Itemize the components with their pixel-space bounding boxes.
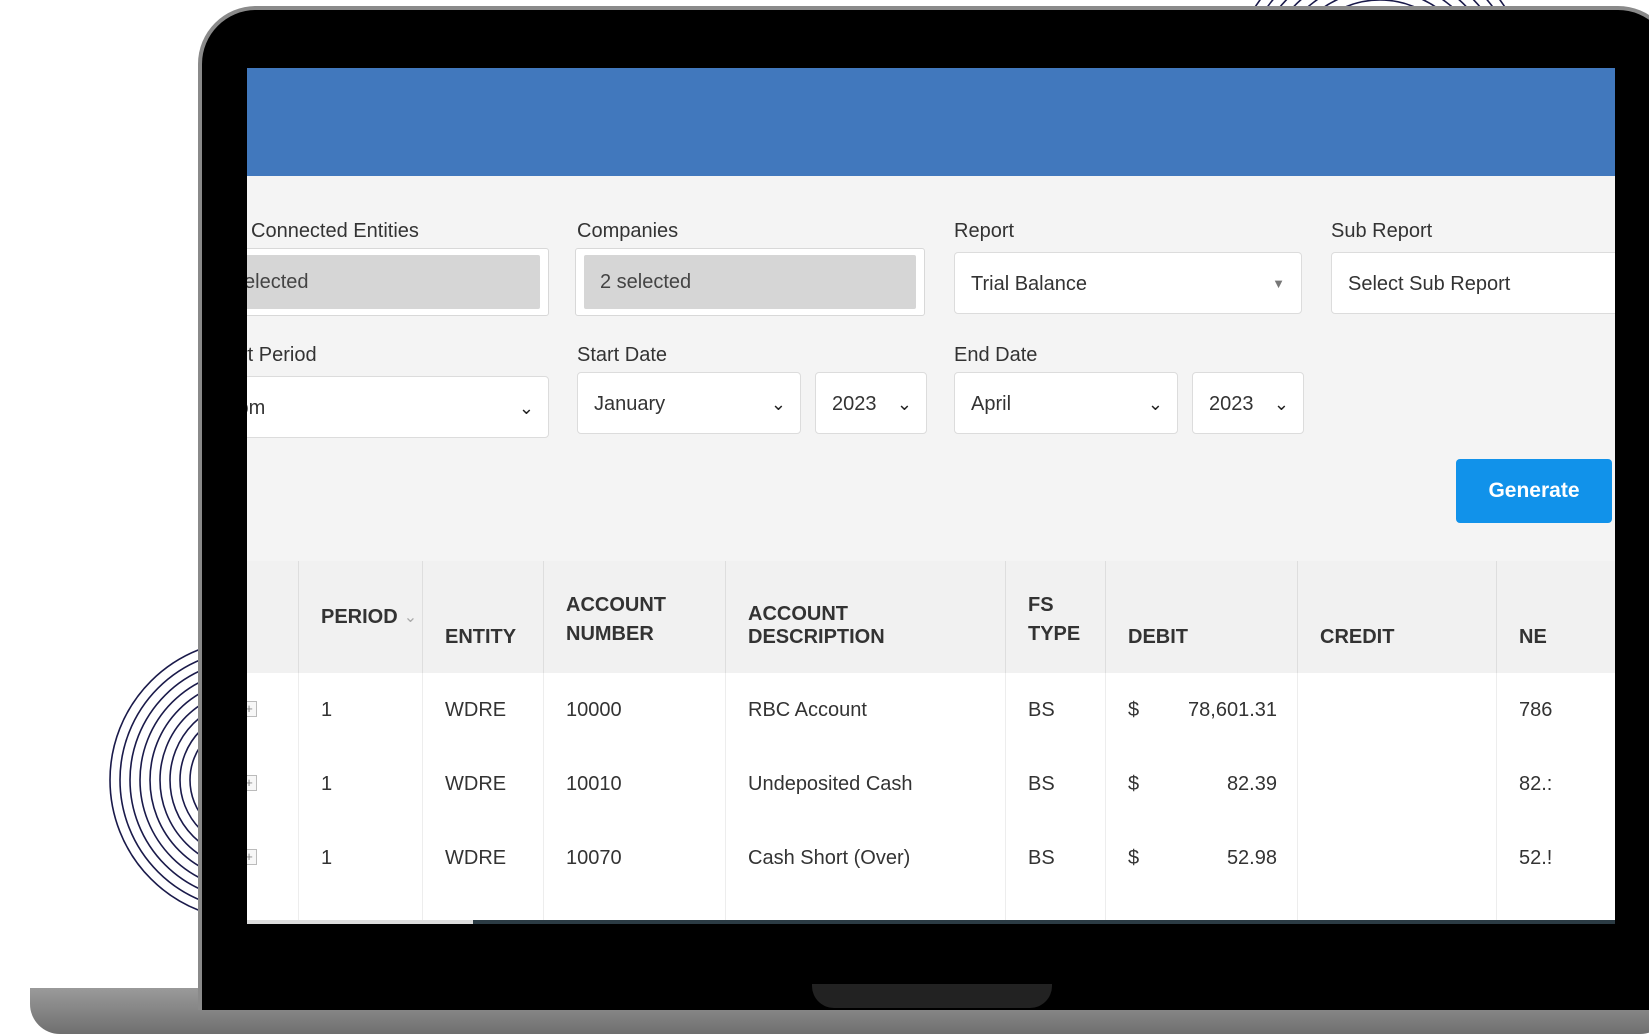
debit-cell: $82.39	[1106, 747, 1298, 821]
sub-report-label: Sub Report	[1331, 220, 1433, 242]
fs-cell: BS	[1006, 673, 1106, 747]
start-year-value: 2023	[832, 393, 877, 415]
credit-column-header: CREDIT	[1298, 561, 1497, 673]
entity-cell: WDRE	[423, 821, 544, 895]
entity-cell: WDRE	[423, 673, 544, 747]
start-month-value: January	[594, 393, 666, 415]
report-label: Report	[954, 220, 1015, 242]
laptop-hinge-notch	[812, 984, 1052, 1008]
chevron-down-icon: ⌄	[1273, 394, 1289, 414]
end-year-value: 2023	[1209, 393, 1254, 415]
end-year-select[interactable]: 2023 ⌄	[1192, 372, 1304, 434]
connected-entities-label: Connected Entities	[251, 220, 419, 242]
report-value: Trial Balance	[971, 273, 1087, 295]
description-cell: RBC Account	[726, 673, 1006, 747]
fs-type-column-header: FS TYPE	[1006, 561, 1106, 673]
report-period-label: rt Period	[247, 344, 317, 366]
expand-plus-icon[interactable]: +	[247, 775, 257, 791]
table-header: PERIOD ⌄ ENTITY ACCOUNT NUMBER ACCOUNT D…	[247, 561, 1615, 673]
expand-column-header	[247, 561, 299, 673]
report-period-value: tom	[247, 397, 266, 419]
description-cell: Cash Short (Over)	[726, 821, 1006, 895]
table-row[interactable]: +1 WDRE 10000 RBC Account BS 786 $78,601.31	[247, 673, 1615, 748]
period-cell: 1	[299, 747, 423, 821]
companies-value: 2 selected	[584, 255, 916, 309]
debit-header-label: DEBIT	[1128, 626, 1188, 648]
end-month-select[interactable]: April ⌄	[954, 372, 1178, 434]
net-cell: 82.:	[1519, 773, 1553, 795]
start-year-select[interactable]: 2023 ⌄	[815, 372, 927, 434]
debit-cell: $52.98	[1106, 821, 1298, 895]
chevron-down-icon: ⌄	[518, 398, 534, 418]
end-date-label: End Date	[954, 344, 1038, 366]
entity-cell: WDRE	[423, 747, 544, 821]
start-month-select[interactable]: January ⌄	[577, 372, 801, 434]
account-number-header-line1: ACCOUNT	[566, 594, 666, 616]
table-row[interactable]: +1 WDRE 10010 Undeposited Cash BS 82.: $82.39	[247, 747, 1615, 822]
end-month-value: April	[971, 393, 1012, 415]
credit-cell	[1298, 821, 1497, 895]
chevron-down-icon: ⌄	[896, 394, 912, 414]
expand-plus-icon[interactable]: +	[247, 701, 257, 717]
credit-header-label: CREDIT	[1320, 626, 1395, 648]
period-cell: 1	[299, 821, 423, 895]
start-date-label: Start Date	[577, 344, 668, 366]
account-description-header-label: ACCOUNT DESCRIPTION	[748, 603, 885, 648]
net-header-label: NE	[1519, 626, 1547, 648]
companies-label: Companies	[577, 220, 679, 242]
expand-cell: +	[247, 673, 299, 747]
expand-cell: +	[247, 821, 299, 895]
expand-plus-icon[interactable]: +	[247, 849, 257, 865]
connected-entities-multiselect[interactable]: elected	[247, 248, 549, 316]
report-select[interactable]: Trial Balance ▼	[954, 252, 1302, 314]
debit-amount: 78,601.31	[1188, 699, 1277, 721]
chevron-down-icon: ⌄	[770, 394, 786, 414]
account-cell: 10070	[544, 821, 726, 895]
chevron-down-icon: ⌄	[1147, 394, 1163, 414]
caret-down-icon: ▼	[1272, 276, 1285, 291]
fs-type-header-line2: TYPE	[1028, 623, 1081, 645]
credit-cell	[1298, 673, 1497, 747]
period-header-label: PERIOD	[321, 605, 398, 628]
debit-column-header: DEBIT	[1106, 561, 1298, 673]
app-header-bar	[247, 68, 1615, 176]
app-screen: Connected Entities Companies Report Sub …	[247, 68, 1615, 924]
sub-report-value: Select Sub Report	[1348, 273, 1511, 295]
companies-multiselect[interactable]: 2 selected	[575, 248, 925, 316]
account-cell: 10010	[544, 747, 726, 821]
account-cell: 10000	[544, 673, 726, 747]
account-number-header-line2: NUMBER	[566, 623, 654, 645]
currency-symbol: $	[1128, 699, 1140, 721]
sub-report-select[interactable]: Select Sub Report	[1331, 252, 1615, 314]
report-period-select[interactable]: tom ⌄	[247, 376, 549, 438]
period-cell: 1	[299, 673, 423, 747]
account-description-column-header: ACCOUNT DESCRIPTION	[726, 561, 1006, 673]
net-cell: 52.!	[1519, 847, 1553, 869]
sort-chevron-icon: ⌄	[403, 609, 418, 626]
account-number-column-header: ACCOUNT NUMBER	[544, 561, 726, 673]
net-cell: 786	[1519, 699, 1553, 721]
expand-cell: +	[247, 747, 299, 821]
fs-cell: BS	[1006, 821, 1106, 895]
table-row[interactable]: +1 WDRE 10070 Cash Short (Over) BS 52.! $52.98	[247, 821, 1615, 896]
connected-entities-value: elected	[247, 255, 540, 309]
scrollbar-thumb[interactable]	[473, 920, 1615, 924]
debit-amount: 52.98	[1226, 847, 1277, 869]
entity-header-label: ENTITY	[445, 626, 517, 648]
description-cell: Undeposited Cash	[726, 747, 1006, 821]
trial-balance-table: PERIOD ⌄ ENTITY ACCOUNT NUMBER ACCOUNT D…	[247, 561, 1615, 924]
fs-type-header-line1: FS	[1028, 594, 1054, 616]
currency-symbol: $	[1128, 847, 1140, 869]
debit-amount: 82.39	[1226, 773, 1277, 795]
debit-cell: $78,601.31	[1106, 673, 1298, 747]
period-column-header[interactable]: PERIOD ⌄	[299, 561, 423, 673]
currency-symbol: $	[1128, 773, 1140, 795]
net-column-header: NE	[1497, 561, 1615, 673]
report-filters: Connected Entities Companies Report Sub …	[247, 176, 1615, 561]
fs-cell: BS	[1006, 747, 1106, 821]
entity-column-header: ENTITY	[423, 561, 544, 673]
generate-button[interactable]: Generate	[1456, 459, 1612, 523]
credit-cell	[1298, 747, 1497, 821]
